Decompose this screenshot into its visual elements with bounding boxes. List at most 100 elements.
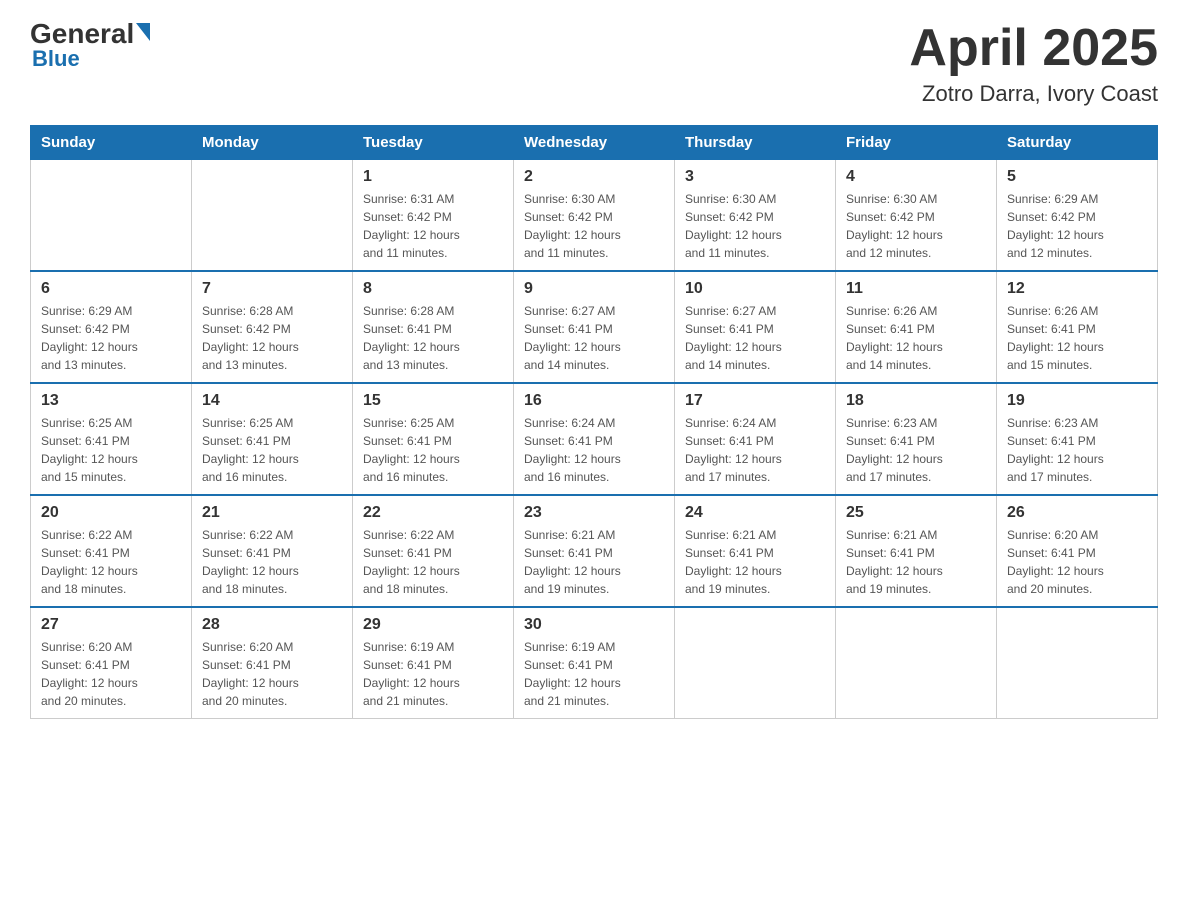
day-number: 20 xyxy=(41,504,181,522)
day-number: 13 xyxy=(41,392,181,410)
day-number: 29 xyxy=(363,616,503,634)
calendar-cell: 20 Sunrise: 6:22 AM Sunset: 6:41 PM Dayli… xyxy=(31,495,192,607)
calendar-cell: 11 Sunrise: 6:26 AM Sunset: 6:41 PM Dayli… xyxy=(836,271,997,383)
day-info: Sunrise: 6:22 AM Sunset: 6:41 PM Dayligh… xyxy=(202,526,342,598)
day-info: Sunrise: 6:26 AM Sunset: 6:41 PM Dayligh… xyxy=(846,302,986,374)
calendar-cell: 16 Sunrise: 6:24 AM Sunset: 6:41 PM Dayli… xyxy=(514,383,675,495)
calendar-cell: 5 Sunrise: 6:29 AM Sunset: 6:42 PM Daylig… xyxy=(997,160,1158,272)
day-info: Sunrise: 6:30 AM Sunset: 6:42 PM Dayligh… xyxy=(846,190,986,262)
day-number: 22 xyxy=(363,504,503,522)
calendar-cell: 29 Sunrise: 6:19 AM Sunset: 6:41 PM Dayli… xyxy=(353,607,514,719)
day-info: Sunrise: 6:21 AM Sunset: 6:41 PM Dayligh… xyxy=(524,526,664,598)
day-number: 21 xyxy=(202,504,342,522)
logo-general: General xyxy=(30,20,134,48)
calendar-cell: 9 Sunrise: 6:27 AM Sunset: 6:41 PM Daylig… xyxy=(514,271,675,383)
day-info: Sunrise: 6:30 AM Sunset: 6:42 PM Dayligh… xyxy=(524,190,664,262)
day-number: 12 xyxy=(1007,280,1147,298)
calendar-location: Zotro Darra, Ivory Coast xyxy=(909,81,1158,107)
calendar-cell: 12 Sunrise: 6:26 AM Sunset: 6:41 PM Dayli… xyxy=(997,271,1158,383)
calendar-cell: 26Sunrise: 6:20 AM Sunset: 6:41 PM Dayli… xyxy=(997,495,1158,607)
logo-triangle-icon xyxy=(136,23,150,41)
calendar-cell xyxy=(836,607,997,719)
logo: General Blue xyxy=(30,20,152,72)
calendar-cell: 19 Sunrise: 6:23 AM Sunset: 6:41 PM Dayli… xyxy=(997,383,1158,495)
day-info: Sunrise: 6:22 AM Sunset: 6:41 PM Dayligh… xyxy=(41,526,181,598)
day-number: 27 xyxy=(41,616,181,634)
title-block: April 2025 Zotro Darra, Ivory Coast xyxy=(909,20,1158,107)
day-number: 3 xyxy=(685,168,825,186)
calendar-cell: 15 Sunrise: 6:25 AM Sunset: 6:41 PM Dayli… xyxy=(353,383,514,495)
day-number: 17 xyxy=(685,392,825,410)
day-info: Sunrise: 6:29 AM Sunset: 6:42 PM Dayligh… xyxy=(1007,190,1147,262)
calendar-cell: 27 Sunrise: 6:20 AM Sunset: 6:41 PM Dayli… xyxy=(31,607,192,719)
day-number: 11 xyxy=(846,280,986,298)
day-info: Sunrise: 6:22 AM Sunset: 6:41 PM Dayligh… xyxy=(363,526,503,598)
day-info: Sunrise: 6:20 AM Sunset: 6:41 PM Dayligh… xyxy=(41,638,181,710)
day-number: 16 xyxy=(524,392,664,410)
day-number: 14 xyxy=(202,392,342,410)
calendar-cell: 10 Sunrise: 6:27 AM Sunset: 6:41 PM Dayli… xyxy=(675,271,836,383)
day-number: 7 xyxy=(202,280,342,298)
calendar-cell: 30 Sunrise: 6:19 AM Sunset: 6:41 PM Dayli… xyxy=(514,607,675,719)
calendar-cell: 17 Sunrise: 6:24 AM Sunset: 6:41 PM Dayli… xyxy=(675,383,836,495)
day-number: 6 xyxy=(41,280,181,298)
header-wednesday: Wednesday xyxy=(514,126,675,160)
day-info: Sunrise: 6:25 AM Sunset: 6:41 PM Dayligh… xyxy=(363,414,503,486)
calendar-cell xyxy=(31,160,192,272)
calendar-cell: 24 Sunrise: 6:21 AM Sunset: 6:41 PM Dayli… xyxy=(675,495,836,607)
day-number: 24 xyxy=(685,504,825,522)
day-info: Sunrise: 6:28 AM Sunset: 6:42 PM Dayligh… xyxy=(202,302,342,374)
header-tuesday: Tuesday xyxy=(353,126,514,160)
day-info: Sunrise: 6:28 AM Sunset: 6:41 PM Dayligh… xyxy=(363,302,503,374)
calendar-cell: 21 Sunrise: 6:22 AM Sunset: 6:41 PM Dayli… xyxy=(192,495,353,607)
day-info: Sunrise: 6:24 AM Sunset: 6:41 PM Dayligh… xyxy=(685,414,825,486)
day-number: 5 xyxy=(1007,168,1147,186)
header-saturday: Saturday xyxy=(997,126,1158,160)
day-number: 30 xyxy=(524,616,664,634)
day-info: Sunrise: 6:23 AM Sunset: 6:41 PM Dayligh… xyxy=(1007,414,1147,486)
header-sunday: Sunday xyxy=(31,126,192,160)
calendar-cell: 3 Sunrise: 6:30 AM Sunset: 6:42 PM Daylig… xyxy=(675,160,836,272)
calendar-cell: 6 Sunrise: 6:29 AM Sunset: 6:42 PM Daylig… xyxy=(31,271,192,383)
calendar-table: Sunday Monday Tuesday Wednesday Thursday… xyxy=(30,125,1158,719)
day-number: 25 xyxy=(846,504,986,522)
day-info: Sunrise: 6:19 AM Sunset: 6:41 PM Dayligh… xyxy=(524,638,664,710)
day-info: Sunrise: 6:27 AM Sunset: 6:41 PM Dayligh… xyxy=(524,302,664,374)
day-info: Sunrise: 6:25 AM Sunset: 6:41 PM Dayligh… xyxy=(41,414,181,486)
day-info: Sunrise: 6:24 AM Sunset: 6:41 PM Dayligh… xyxy=(524,414,664,486)
calendar-cell: 18Sunrise: 6:23 AM Sunset: 6:41 PM Dayli… xyxy=(836,383,997,495)
calendar-cell xyxy=(192,160,353,272)
calendar-cell xyxy=(675,607,836,719)
day-info: Sunrise: 6:19 AM Sunset: 6:41 PM Dayligh… xyxy=(363,638,503,710)
calendar-cell: 23Sunrise: 6:21 AM Sunset: 6:41 PM Dayli… xyxy=(514,495,675,607)
calendar-cell: 28Sunrise: 6:20 AM Sunset: 6:41 PM Dayli… xyxy=(192,607,353,719)
day-info: Sunrise: 6:29 AM Sunset: 6:42 PM Dayligh… xyxy=(41,302,181,374)
calendar-week-row: 20 Sunrise: 6:22 AM Sunset: 6:41 PM Dayli… xyxy=(31,495,1158,607)
day-number: 8 xyxy=(363,280,503,298)
day-info: Sunrise: 6:25 AM Sunset: 6:41 PM Dayligh… xyxy=(202,414,342,486)
header-thursday: Thursday xyxy=(675,126,836,160)
day-info: Sunrise: 6:26 AM Sunset: 6:41 PM Dayligh… xyxy=(1007,302,1147,374)
day-number: 2 xyxy=(524,168,664,186)
day-info: Sunrise: 6:21 AM Sunset: 6:41 PM Dayligh… xyxy=(846,526,986,598)
header-monday: Monday xyxy=(192,126,353,160)
calendar-week-row: 1Sunrise: 6:31 AM Sunset: 6:42 PM Daylig… xyxy=(31,160,1158,272)
day-info: Sunrise: 6:30 AM Sunset: 6:42 PM Dayligh… xyxy=(685,190,825,262)
day-number: 9 xyxy=(524,280,664,298)
page-header: General Blue April 2025 Zotro Darra, Ivo… xyxy=(30,20,1158,107)
day-number: 19 xyxy=(1007,392,1147,410)
calendar-week-row: 6 Sunrise: 6:29 AM Sunset: 6:42 PM Daylig… xyxy=(31,271,1158,383)
day-info: Sunrise: 6:21 AM Sunset: 6:41 PM Dayligh… xyxy=(685,526,825,598)
day-number: 28 xyxy=(202,616,342,634)
calendar-cell: 8 Sunrise: 6:28 AM Sunset: 6:41 PM Daylig… xyxy=(353,271,514,383)
calendar-week-row: 27 Sunrise: 6:20 AM Sunset: 6:41 PM Dayli… xyxy=(31,607,1158,719)
day-number: 15 xyxy=(363,392,503,410)
day-number: 10 xyxy=(685,280,825,298)
day-number: 18 xyxy=(846,392,986,410)
day-info: Sunrise: 6:27 AM Sunset: 6:41 PM Dayligh… xyxy=(685,302,825,374)
calendar-cell: 13 Sunrise: 6:25 AM Sunset: 6:41 PM Dayli… xyxy=(31,383,192,495)
calendar-cell: 7 Sunrise: 6:28 AM Sunset: 6:42 PM Daylig… xyxy=(192,271,353,383)
calendar-cell: 14 Sunrise: 6:25 AM Sunset: 6:41 PM Dayli… xyxy=(192,383,353,495)
calendar-cell: 25 Sunrise: 6:21 AM Sunset: 6:41 PM Dayli… xyxy=(836,495,997,607)
day-number: 4 xyxy=(846,168,986,186)
